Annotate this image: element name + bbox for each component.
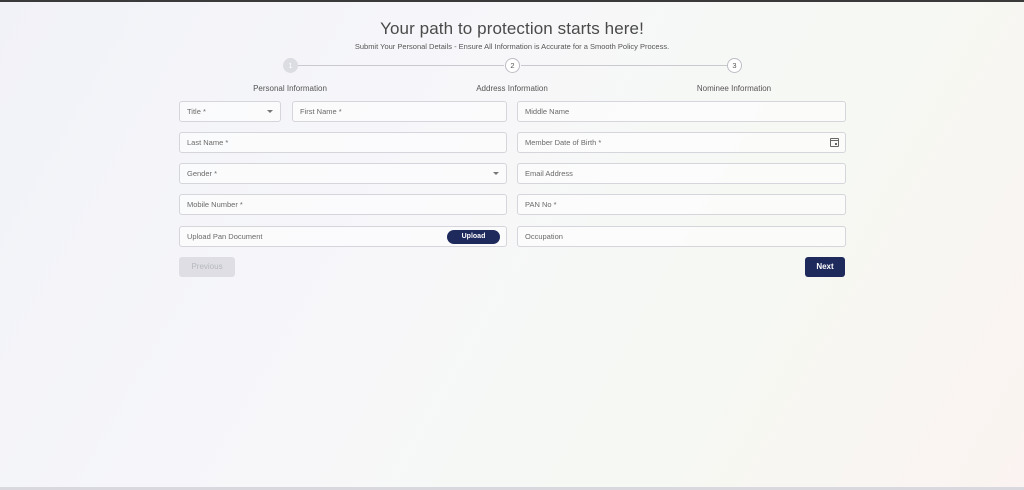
mobile-number-placeholder: Mobile Number * (187, 200, 243, 209)
title-select[interactable]: Title * (179, 101, 281, 122)
upload-button[interactable]: Upload (447, 230, 500, 244)
page-subtitle: Submit Your Personal Details - Ensure Al… (354, 42, 670, 51)
chevron-down-icon (267, 110, 273, 113)
title-select-placeholder: Title * (187, 107, 206, 116)
step-3-indicator[interactable]: 3 (727, 58, 742, 73)
occupation-placeholder: Occupation (525, 232, 563, 241)
pan-number-placeholder: PAN No * (525, 200, 557, 209)
upload-pan-label: Upload Pan Document (187, 232, 263, 241)
stepper-connector-1 (298, 65, 504, 66)
dob-placeholder: Member Date of Birth * (525, 138, 602, 147)
last-name-placeholder: Last Name * (187, 138, 229, 147)
gender-select-placeholder: Gender * (187, 169, 218, 178)
middle-name-field[interactable]: Middle Name (517, 101, 846, 122)
step-2-indicator[interactable]: 2 (505, 58, 520, 73)
upload-pan-field: Upload Pan Document Upload (179, 226, 507, 247)
previous-button[interactable]: Previous (179, 257, 235, 277)
last-name-field[interactable]: Last Name * (179, 132, 507, 153)
first-name-field[interactable]: First Name * (292, 101, 507, 122)
step-3-label: Nominee Information (696, 84, 772, 93)
email-field[interactable]: Email Address (517, 163, 846, 184)
step-1-indicator[interactable]: 1 (283, 58, 298, 73)
gender-select[interactable]: Gender * (179, 163, 507, 184)
pan-number-field[interactable]: PAN No * (517, 194, 846, 215)
top-border (0, 0, 1024, 2)
stepper-connector-2 (521, 65, 727, 66)
calendar-icon[interactable] (830, 138, 839, 147)
step-2-label: Address Information (476, 84, 548, 93)
dob-field[interactable]: Member Date of Birth * (517, 132, 846, 153)
next-button[interactable]: Next (805, 257, 845, 277)
first-name-placeholder: First Name * (300, 107, 342, 116)
page-title: Your path to protection starts here! (380, 19, 644, 38)
occupation-field[interactable]: Occupation (517, 226, 846, 247)
step-1-label: Personal Information (253, 84, 327, 93)
mobile-number-field[interactable]: Mobile Number * (179, 194, 507, 215)
middle-name-placeholder: Middle Name (525, 107, 570, 116)
chevron-down-icon (493, 172, 499, 175)
email-placeholder: Email Address (525, 169, 573, 178)
